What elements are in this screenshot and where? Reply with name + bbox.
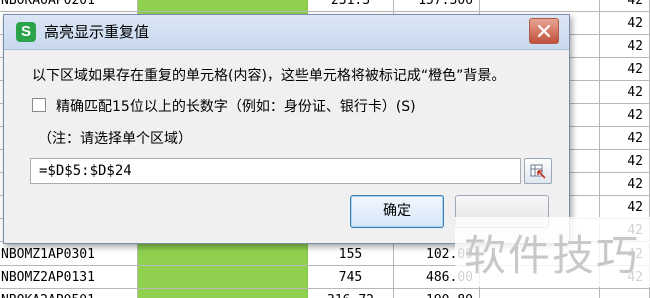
cell-a-row-mz1[interactable]: NBOMZ1AP0301 [0, 243, 138, 266]
cell-a-row-1[interactable]: NBOKAOAP0201 [0, 0, 138, 12]
range-picker-icon [530, 164, 546, 179]
cell-b-row-ka2[interactable] [138, 289, 308, 298]
cell-e-row-1[interactable] [480, 0, 600, 12]
cell-e-row-ka2[interactable] [480, 289, 600, 298]
dialog-titlebar[interactable]: S 高亮显示重复值 [4, 15, 569, 50]
cell-f-value[interactable]: 42 [600, 12, 650, 35]
cell-d-row-ka2[interactable]: 190.80 [394, 289, 480, 298]
cell-c-row-mz2[interactable]: 745 [308, 266, 394, 289]
exact-match-label[interactable]: 精确匹配15位以上的长数字（例如：身份证、银行卡）(S) [56, 96, 416, 116]
cell-f-value[interactable]: 42 [600, 81, 650, 104]
range-input[interactable]: =$D$5:$D$24 [30, 158, 521, 184]
close-button[interactable] [529, 18, 559, 44]
cell-b-row-1[interactable] [138, 0, 308, 12]
ok-button[interactable]: 确定 [350, 195, 444, 228]
dialog-description: 以下区域如果存在重复的单元格(内容)，这些单元格将被标记成“橙色”背景。 [32, 68, 506, 84]
select-range-button[interactable] [524, 158, 552, 184]
cell-b-row-mz2[interactable] [138, 266, 308, 289]
cell-f-value[interactable]: 42 [600, 196, 650, 219]
cell-c-row-ka2[interactable]: 316.72 [308, 289, 394, 298]
cell-f-value[interactable]: 42 [600, 104, 650, 127]
cell-b-row-mz1[interactable] [138, 243, 308, 266]
cell-f-value[interactable]: 42 [600, 173, 650, 196]
watermark-text: 软件技巧 [464, 231, 641, 280]
highlight-duplicates-dialog: S 高亮显示重复值 以下区域如果存在重复的单元格(内容)，这些单元格将被标记成“… [3, 14, 570, 244]
dialog-title: 高亮显示重复值 [44, 23, 150, 41]
cell-c-row-1[interactable]: 231.3 [308, 0, 394, 12]
cell-d-row-1[interactable]: 157.306 [394, 0, 480, 12]
cell-f-value[interactable]: 42 [600, 127, 650, 150]
cell-f-value[interactable]: 42 [600, 150, 650, 173]
exact-match-checkbox[interactable] [32, 98, 46, 112]
single-range-note: （注：请选择单个区域） [38, 131, 192, 147]
close-icon [538, 25, 550, 37]
cell-a-row-ka2[interactable]: NBOKA2AP0501 [0, 289, 138, 298]
cell-a-row-mz2[interactable]: NBOMZ2AP0131 [0, 266, 138, 289]
cell-f-value[interactable]: 42 [600, 35, 650, 58]
cell-c-row-mz1[interactable]: 155 [308, 243, 394, 266]
cell-f-row-1[interactable]: 42 [600, 0, 650, 12]
wps-app-icon: S [16, 22, 36, 42]
cell-f-value[interactable]: 42 [600, 58, 650, 81]
cell-f-row-ka2[interactable] [600, 289, 650, 298]
